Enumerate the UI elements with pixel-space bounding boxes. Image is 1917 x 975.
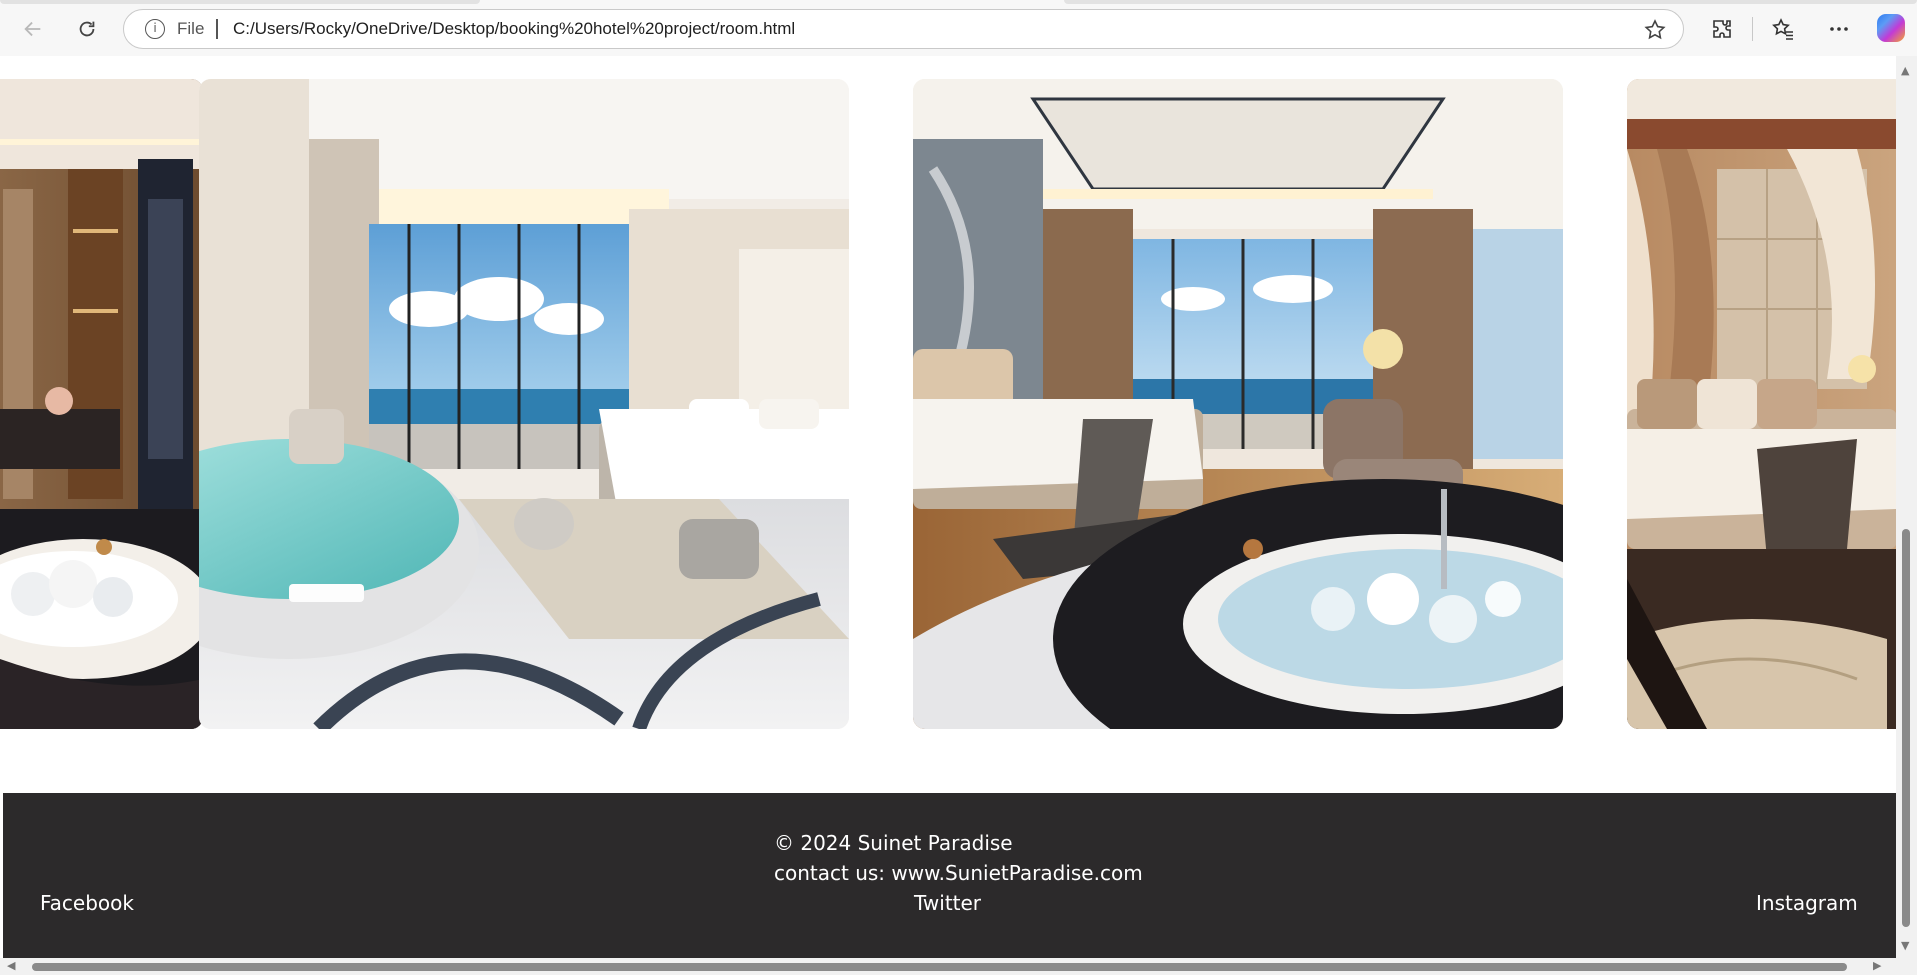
site-footer: © 2024 Suinet Paradise contact us: www.S…	[3, 793, 1896, 958]
back-arrow-icon	[24, 21, 41, 37]
scroll-up-icon[interactable]: ▲	[1901, 64, 1909, 77]
instagram-link[interactable]: Instagram	[1756, 891, 1858, 915]
address-bar[interactable]: i File C:/Users/Rocky/OneDrive/Desktop/b…	[123, 9, 1684, 49]
scroll-down-icon[interactable]: ▼	[1901, 939, 1909, 952]
room-image	[913, 79, 1563, 729]
puzzle-icon	[1713, 20, 1731, 38]
star-icon[interactable]	[1643, 18, 1667, 42]
url-text[interactable]: C:/Users/Rocky/OneDrive/Desktop/booking%…	[233, 19, 795, 39]
vertical-scroll-thumb[interactable]	[1902, 529, 1910, 927]
scroll-right-icon[interactable]: ▶	[1873, 959, 1881, 972]
vertical-scrollbar[interactable]: ▲ ▼	[1896, 56, 1917, 958]
room-image	[1627, 79, 1896, 729]
page-viewport: © 2024 Suinet Paradise contact us: www.S…	[0, 56, 1896, 958]
back-button[interactable]	[13, 12, 53, 46]
copilot-icon[interactable]	[1877, 14, 1905, 42]
more-icon	[1830, 27, 1848, 31]
toolbar-divider	[1752, 17, 1753, 41]
info-icon[interactable]: i	[145, 19, 165, 39]
reload-icon	[79, 21, 95, 37]
twitter-link[interactable]: Twitter	[914, 891, 981, 915]
room-image	[0, 79, 203, 729]
scroll-left-icon[interactable]: ◀	[7, 959, 15, 972]
favorites-icon	[1772, 18, 1793, 40]
contact-text: contact us: www.SunietParadise.com	[774, 861, 1143, 885]
browser-toolbar: i File C:/Users/Rocky/OneDrive/Desktop/b…	[0, 0, 1917, 56]
horizontal-scroll-thumb[interactable]	[32, 963, 1847, 971]
extensions-button[interactable]	[1707, 14, 1737, 44]
facebook-link[interactable]: Facebook	[40, 891, 134, 915]
reload-button[interactable]	[67, 12, 107, 46]
tab-strip	[1064, 0, 1917, 4]
scheme-label: File	[177, 19, 205, 38]
tab-strip	[0, 0, 480, 4]
favorites-button[interactable]	[1768, 14, 1798, 44]
room-image	[199, 79, 849, 729]
copyright-text: © 2024 Suinet Paradise	[774, 831, 1013, 855]
more-button[interactable]	[1824, 14, 1854, 44]
address-separator	[216, 19, 218, 39]
horizontal-scrollbar[interactable]: ◀ ▶	[0, 958, 1917, 975]
